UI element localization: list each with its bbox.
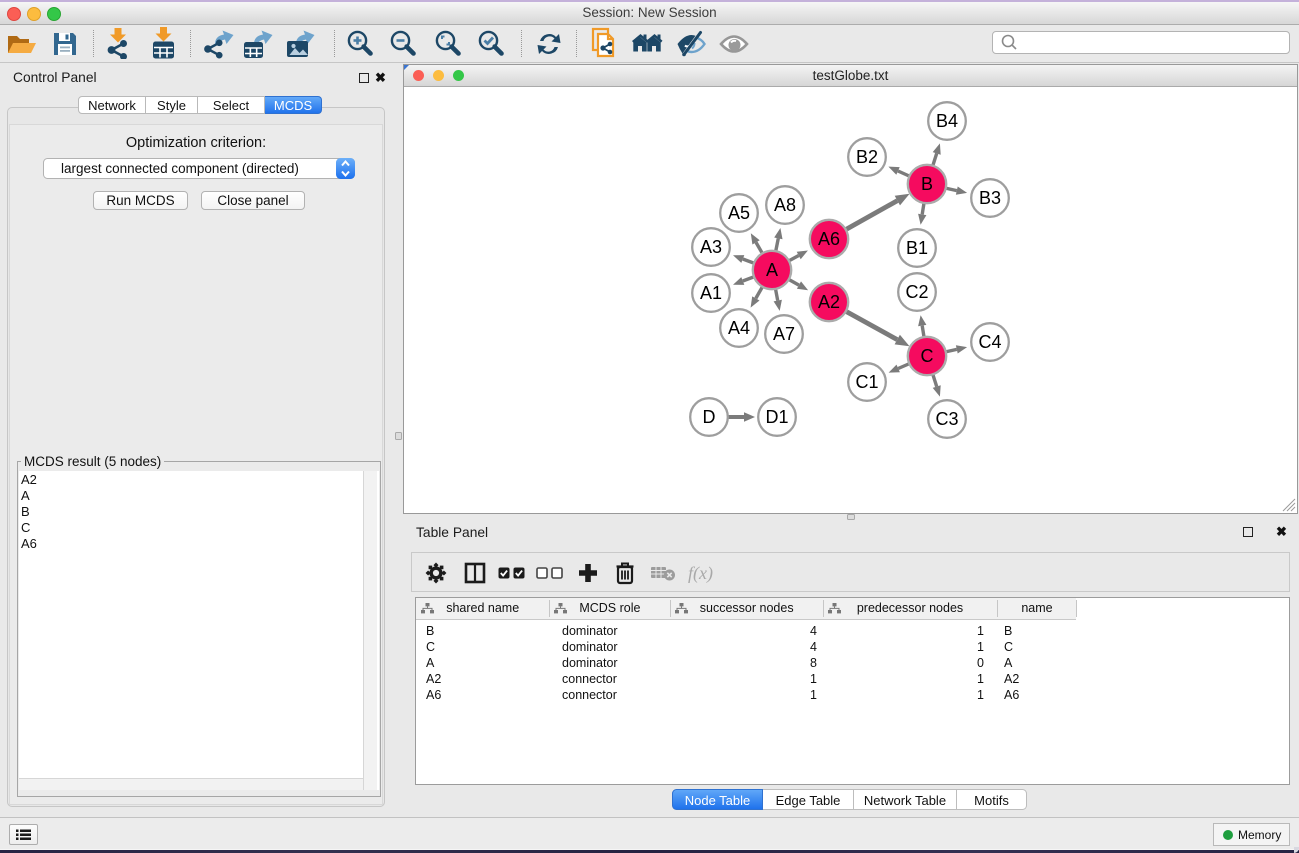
svg-text:B1: B1 [906,238,928,258]
svg-text:A5: A5 [728,203,750,223]
svg-text:B3: B3 [979,188,1001,208]
svg-text:D: D [703,407,716,427]
svg-text:A3: A3 [700,237,722,257]
svg-text:D1: D1 [765,407,788,427]
svg-text:C1: C1 [855,372,878,392]
svg-text:C4: C4 [978,332,1001,352]
svg-text:B4: B4 [936,111,958,131]
svg-text:C: C [921,346,934,366]
svg-text:C3: C3 [935,409,958,429]
svg-text:A2: A2 [818,292,840,312]
svg-text:A4: A4 [728,318,750,338]
svg-text:A6: A6 [818,229,840,249]
svg-text:A: A [766,260,778,280]
svg-text:A8: A8 [774,195,796,215]
svg-text:C2: C2 [905,282,928,302]
svg-text:A1: A1 [700,283,722,303]
svg-text:A7: A7 [773,324,795,344]
svg-text:B2: B2 [856,147,878,167]
svg-text:B: B [921,174,933,194]
